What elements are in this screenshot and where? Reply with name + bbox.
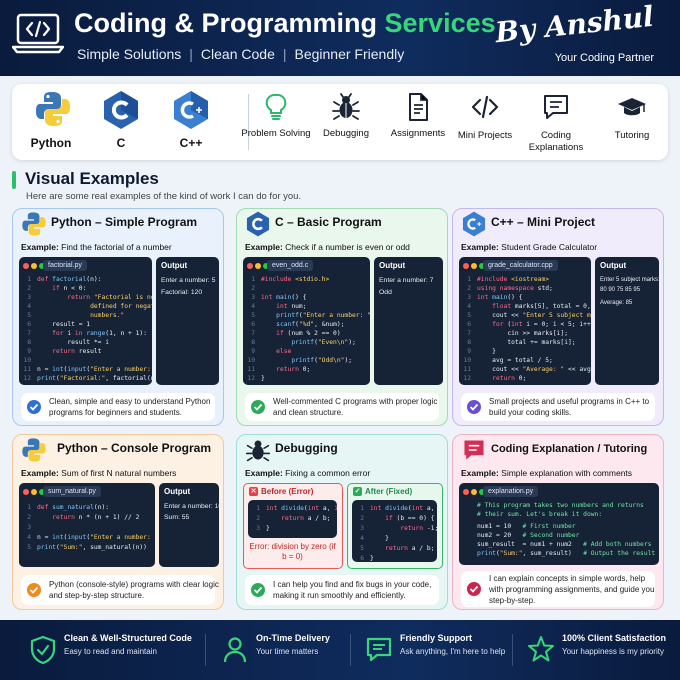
footer-banner: Clean & Well-Structured Code Easy to rea… [0,620,680,680]
python-logo-icon [22,212,46,236]
output-panel: Output Enter a number: 7 Odd [374,257,443,385]
divider [350,634,351,666]
divider [205,634,206,666]
card-footer: Clean, simple and easy to understand Pyt… [21,393,215,421]
card-python-simple: Python – Simple Program Example: Find th… [12,208,224,426]
page-title: Coding & Programming Services [74,8,496,38]
card-debugging: Debugging Example: Fixing a common error… [236,434,448,610]
card-title: C – Basic Program [275,215,382,229]
card-footer: I can help you find and fix bugs in your… [245,575,439,605]
divider [512,634,513,666]
file-tab: explanation.py [483,486,539,497]
code-panel: factorial.py 1 def factorial(n): 2 if n <… [19,257,152,385]
services-bar: Python C C++ Problem Solving Debugging A… [12,84,668,160]
code-panel: 1int divide(int a, int b) { 2 if (b == 0… [352,500,437,562]
python-logo-icon [36,92,70,126]
card-title: Python – Simple Program [51,215,198,229]
check-icon: ✓ [353,487,362,496]
laptop-code-icon [12,13,64,54]
person-icon [223,637,247,663]
service-tutoring: Tutoring [596,84,668,160]
service-coding-explanations: Coding Explanations [520,84,592,160]
bug-icon [332,93,360,120]
heading-accent [12,171,16,189]
shield-check-icon [30,635,56,665]
card-example: Example: Fixing a common error [245,468,371,478]
card-footer: Small projects and useful programs in C+… [461,393,655,421]
check-icon [27,400,41,414]
x-icon: ✕ [249,487,258,496]
bug-icon [245,440,271,462]
file-tab: factorial.py [43,260,87,271]
card-example: Example: Find the factorial of a number [21,242,172,252]
file-tab: grade_calculator.cpp [483,260,558,271]
check-icon [467,400,481,414]
check-icon [251,400,265,414]
card-c-basic: C – Basic Program Example: Check if a nu… [236,208,448,426]
star-icon [528,636,554,662]
chat-icon [464,440,484,460]
code-panel: sum_natural.py 1 def sum_natural(n): 2 re… [19,483,155,567]
card-example: Example: Sum of first N natural numbers [21,468,177,478]
support-chat-icon [366,637,392,662]
card-footer: Python (console-style) programs with cle… [21,575,219,605]
card-title: Python – Console Program [57,441,212,455]
after-fixed-panel: ✓After (Fixed) 1int divide(int a, int b)… [347,483,443,569]
service-mini-projects: Mini Projects [449,84,521,160]
lightbulb-icon [265,93,287,120]
card-explanation: Coding Explanation / Tutoring Example: S… [452,434,664,610]
card-cpp-mini: C++ – Mini Project Example: Student Grad… [452,208,664,426]
card-title: C++ – Mini Project [491,215,596,229]
check-icon [251,583,265,597]
code-brackets-icon [471,95,499,119]
c-logo-icon [104,91,138,129]
header-banner: Coding & Programming Services Simple Sol… [0,0,680,76]
author-subtitle: Your Coding Partner [554,52,654,64]
code-panel: explanation.py # This program takes two … [459,483,659,565]
output-panel: Output Enter a number: 5 Factorial: 120 [156,257,219,385]
card-footer: Well-commented C programs with proper lo… [245,393,439,421]
card-title: Coding Explanation / Tutoring [491,443,648,455]
chat-icon [544,95,568,119]
file-tab: sum_natural.py [43,486,101,497]
service-debugging: Debugging [310,84,382,160]
file-tab: even_odd.c [267,260,314,271]
author-signature: By Anshul [493,0,656,50]
card-example: Example: Student Grade Calculator [461,242,598,252]
card-example: Example: Simple explanation with comment… [461,468,633,478]
code-panel: 1int divide(int a, int b) { 2 return a /… [248,500,337,538]
card-footer: I can explain concepts in simple words, … [461,571,655,607]
output-panel: Output Enter 5 subject marks: 80 90 75 8… [595,257,660,385]
code-panel: even_odd.c 1 #include <stdio.h> 2 3 int ma… [243,257,370,385]
cpp-logo-icon [174,91,208,129]
before-error-panel: ✕Before (Error) 1int divide(int a, int b… [243,483,343,569]
section-title: Visual Examples [25,169,159,188]
python-logo-icon [22,438,46,462]
error-message: Error: division by zero (if b = 0) [249,542,336,561]
service-assignments: Assignments [382,84,454,160]
service-problem-solving: Problem Solving [240,84,312,160]
graduation-cap-icon [618,98,646,116]
cpp-logo-icon [462,211,486,237]
tagline: Simple Solutions | Clean Code | Beginner Fri… [77,46,405,62]
section-subtitle: Here are some real examples of the kind … [26,191,302,202]
c-logo-icon [246,211,270,237]
check-icon [467,582,481,596]
card-title: Debugging [275,441,338,455]
check-icon [27,583,41,597]
code-panel: grade_calculator.cpp 1 #include <iostream… [459,257,591,385]
output-panel: Output Enter a number: 10 Sum: 55 [159,483,222,567]
card-example: Example: Check if a number is even or od… [245,242,410,252]
document-icon [409,93,428,121]
card-python-console: Python – Console Program Example: Sum of… [12,434,224,610]
